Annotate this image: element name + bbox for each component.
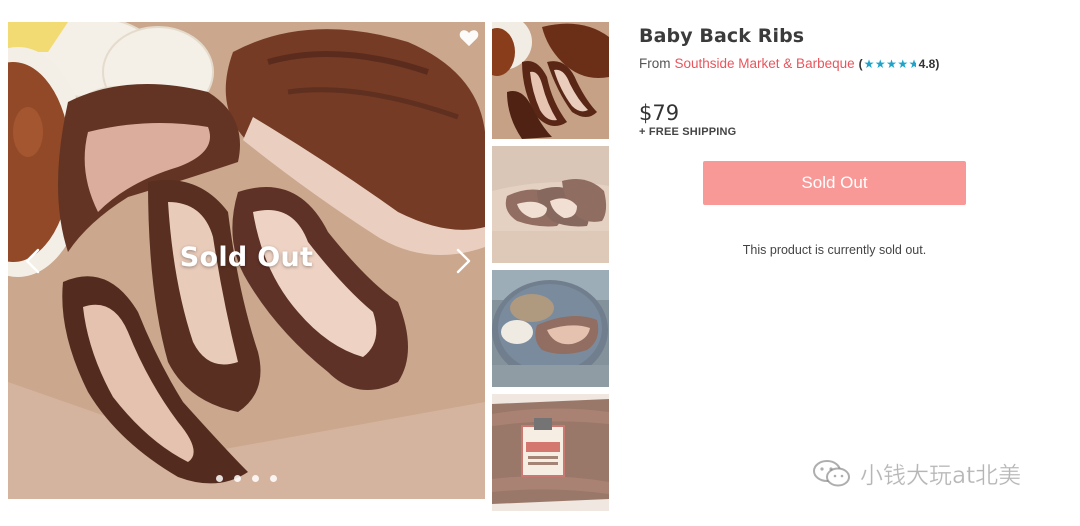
next-image-arrow[interactable] — [448, 244, 478, 278]
product-title: Baby Back Ribs — [639, 25, 805, 47]
wechat-icon — [813, 460, 850, 487]
from-label: From — [639, 56, 671, 71]
top-cropped-text — [0, 0, 1080, 6]
carousel-dot-4[interactable] — [270, 475, 277, 482]
thumbnail-fade — [492, 394, 609, 511]
rating-close-paren: ) — [935, 56, 940, 71]
vendor-link[interactable]: Southside Market & Barbeque — [675, 56, 855, 71]
thumbnail-2[interactable] — [492, 146, 609, 263]
carousel-dots — [216, 475, 277, 482]
carousel-dot-1[interactable] — [216, 475, 223, 482]
previous-image-arrow[interactable] — [18, 244, 48, 278]
rating-value: 4.8 — [918, 56, 936, 71]
thumbnail-fade — [492, 270, 609, 387]
chevron-right-icon — [456, 248, 471, 274]
main-product-image[interactable]: Sold Out — [8, 22, 485, 499]
star-rating-icon: ★★★★★ — [863, 56, 916, 71]
product-info: Baby Back Ribs From Southside Market & B… — [639, 25, 1059, 257]
favorite-button[interactable] — [458, 28, 480, 48]
thumbnail-1[interactable] — [492, 22, 609, 139]
sold-out-button[interactable]: Sold Out — [703, 161, 966, 205]
thumbnail-3[interactable] — [492, 270, 609, 387]
watermark-text: 小钱大玩at北美 — [860, 463, 1022, 490]
sold-out-overlay-label: Sold Out — [179, 242, 314, 273]
thumbnail-fade — [492, 146, 609, 263]
thumbnail-4[interactable] — [492, 394, 609, 511]
heart-icon — [459, 30, 479, 47]
rating[interactable]: ( ★★★★★ 4.8 ) — [859, 57, 940, 71]
chevron-left-icon — [25, 248, 40, 274]
product-price: $79 — [639, 101, 680, 125]
vendor-line: From Southside Market & Barbeque ( ★★★★★… — [639, 56, 1059, 71]
sold-out-message: This product is currently sold out. — [742, 243, 927, 257]
carousel-dot-3[interactable] — [252, 475, 259, 482]
thumbnail-fade — [492, 22, 609, 139]
carousel-dot-2[interactable] — [234, 475, 241, 482]
watermark: 小钱大玩at北美 — [812, 456, 1021, 490]
rating-open-paren: ( — [858, 56, 863, 71]
shipping-label: + FREE SHIPPING — [639, 126, 737, 138]
